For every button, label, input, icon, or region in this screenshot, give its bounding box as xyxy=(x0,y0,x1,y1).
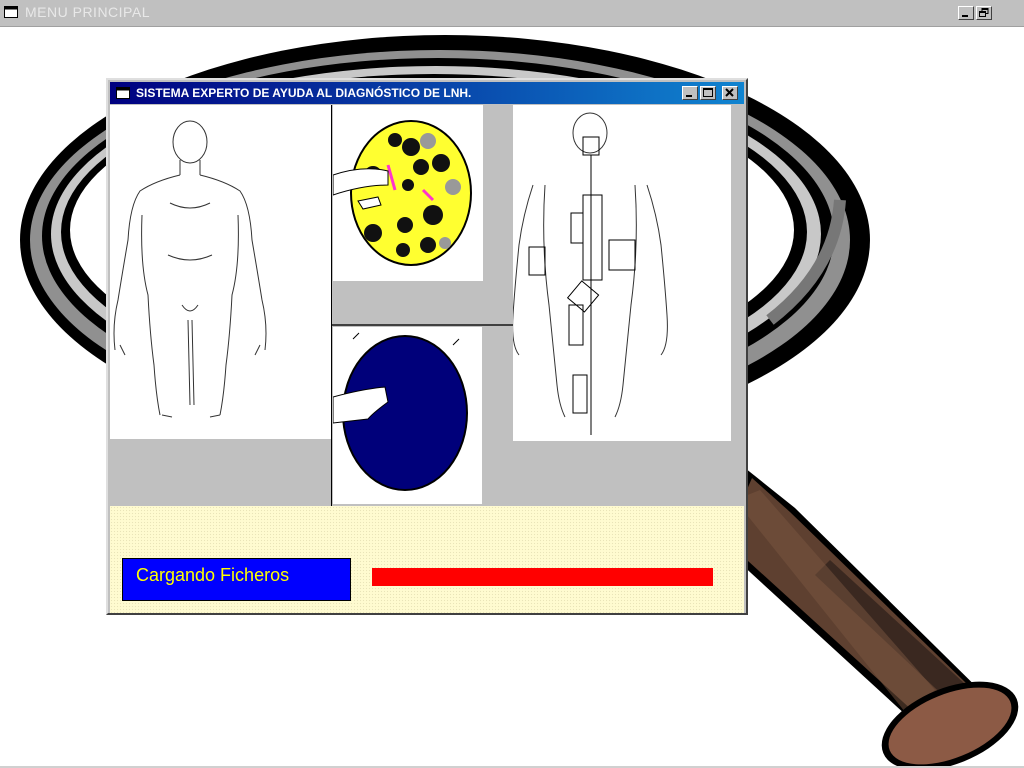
loading-progress-bar xyxy=(372,568,713,586)
app-window-icon xyxy=(4,6,18,18)
restore-button[interactable] xyxy=(976,6,992,20)
dialog-app-icon xyxy=(116,87,130,99)
main-window-title: MENU PRINCIPAL xyxy=(25,4,150,20)
magnifying-glass-handle xyxy=(715,468,1019,768)
minimize-icon xyxy=(686,95,692,97)
dialog-maximize-button[interactable] xyxy=(700,86,716,100)
status-text: Cargando Ficheros xyxy=(136,565,290,585)
close-icon xyxy=(725,88,734,97)
lymph-node-cells-yellow xyxy=(333,105,483,281)
lymph-node-blue xyxy=(333,327,482,504)
restore-icon xyxy=(979,8,989,17)
loading-progress-fill xyxy=(372,568,713,586)
status-label-box: Cargando Ficheros xyxy=(122,558,351,601)
center-divider xyxy=(332,324,513,326)
dialog-minimize-button[interactable] xyxy=(682,86,698,100)
minimize-icon xyxy=(962,15,968,17)
maximize-icon xyxy=(703,88,713,97)
dialog-body: Cargando Ficheros xyxy=(110,105,744,613)
dialog-close-button[interactable] xyxy=(722,86,738,100)
dialog-titlebar: SISTEMA EXPERTO DE AYUDA AL DIAGNÓSTICO … xyxy=(110,82,744,104)
dialog-title: SISTEMA EXPERTO DE AYUDA AL DIAGNÓSTICO … xyxy=(136,86,472,100)
human-body-organ-map xyxy=(513,105,731,441)
human-body-front-outline xyxy=(110,105,331,439)
main-window-titlebar: MENU PRINCIPAL xyxy=(0,0,1024,27)
minimize-button[interactable] xyxy=(958,6,974,20)
expert-system-dialog: SISTEMA EXPERTO DE AYUDA AL DIAGNÓSTICO … xyxy=(106,78,748,615)
